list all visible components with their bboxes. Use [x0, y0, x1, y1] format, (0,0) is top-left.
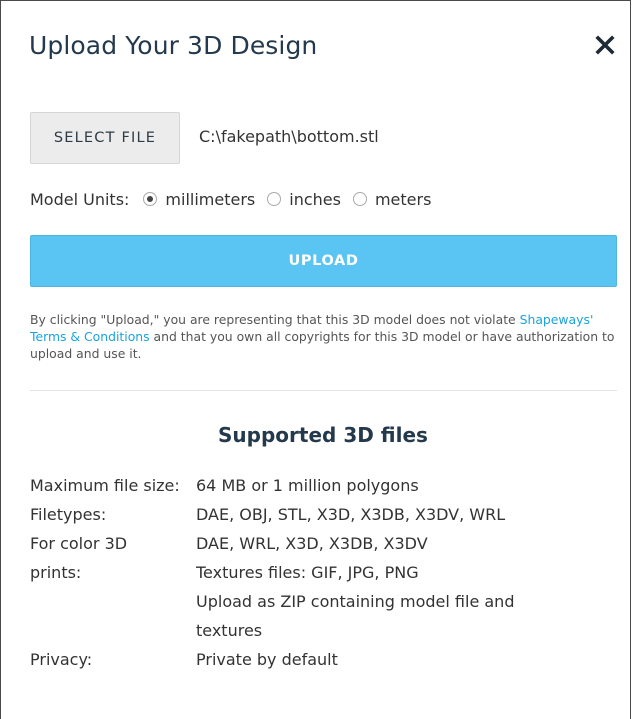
spec-value: Private by default: [196, 650, 338, 669]
units-option-meters[interactable]: meters: [352, 189, 432, 209]
radio-inches[interactable]: [267, 192, 282, 206]
spec-value: DAE, OBJ, STL, X3D, X3DB, X3DV, WRL: [196, 505, 506, 524]
model-units-label: Model Units:: [30, 189, 130, 209]
spec-key: Privacy:: [30, 650, 93, 669]
spec-value: textures: [196, 621, 263, 640]
units-option-label: meters: [374, 189, 432, 209]
divider: [30, 390, 617, 391]
select-file-button[interactable]: SELECT FILE: [30, 112, 180, 164]
spec-value: 64 MB or 1 million polygons: [196, 476, 419, 495]
units-option-label: millimeters: [165, 189, 256, 209]
radio-millimeters[interactable]: [143, 192, 158, 206]
model-units-group: Model Units: millimeters inches meters: [30, 189, 443, 209]
spec-key: Filetypes:: [30, 505, 107, 524]
upload-dialog: Upload Your 3D Design SELECT FILE C:\fak…: [0, 0, 631, 719]
spec-value: DAE, WRL, X3D, X3DB, X3DV: [196, 534, 428, 553]
units-option-label: inches: [289, 189, 341, 209]
dialog-title: Upload Your 3D Design: [29, 31, 318, 60]
supported-files-title: Supported 3D files: [218, 423, 428, 447]
selected-file-path: C:\fakepath\bottom.stl: [199, 127, 379, 146]
legal-notice: By clicking "Upload," you are representi…: [30, 311, 622, 362]
spec-key: prints:: [30, 563, 82, 582]
spec-value: Textures files: GIF, JPG, PNG: [196, 563, 419, 582]
units-option-inches[interactable]: inches: [267, 190, 341, 209]
units-option-millimeters[interactable]: millimeters: [143, 190, 255, 209]
spec-key: For color 3D: [30, 534, 128, 553]
spec-value: Upload as ZIP containing model file and: [196, 592, 515, 611]
upload-button[interactable]: UPLOAD: [30, 235, 617, 287]
spec-key: Maximum file size:: [30, 476, 180, 495]
radio-meters[interactable]: [352, 192, 367, 206]
legal-text-before: By clicking "Upload," you are representi…: [30, 312, 520, 327]
close-icon[interactable]: [593, 33, 617, 57]
